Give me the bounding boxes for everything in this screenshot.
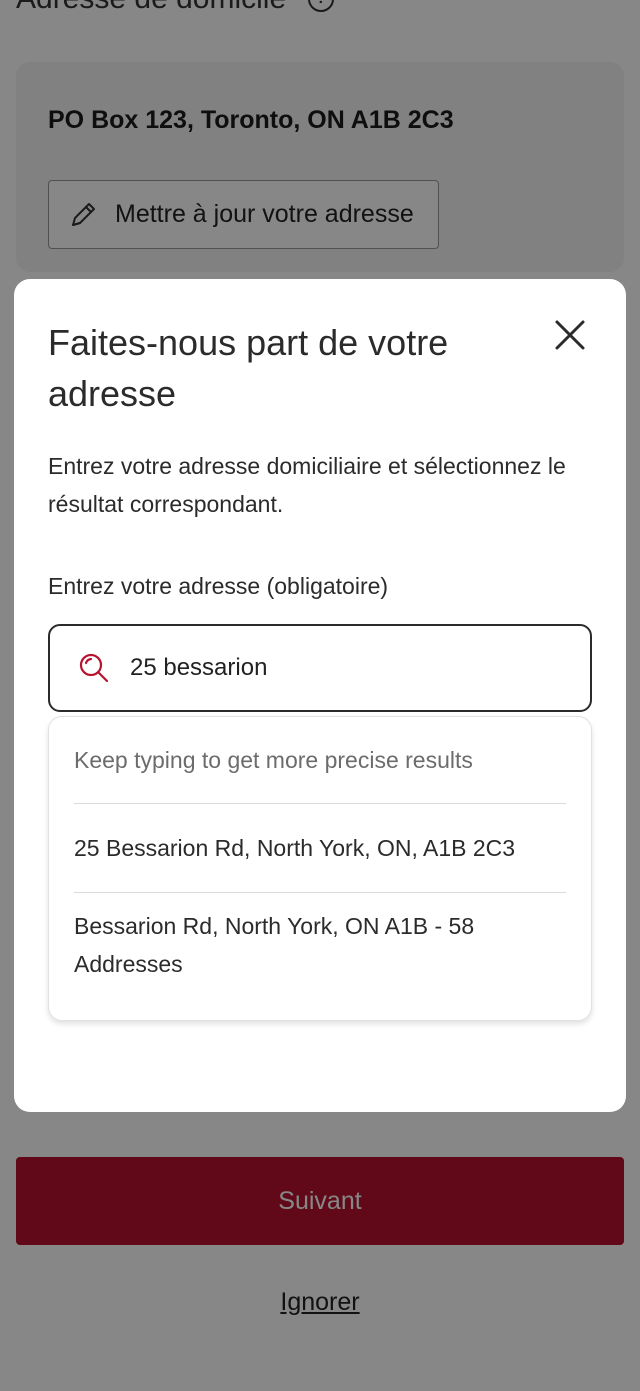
address-results-dropdown: Keep typing to get more precise results … (48, 716, 592, 1021)
modal-description: Entrez votre adresse domiciliaire et sél… (48, 453, 566, 517)
close-icon (555, 320, 585, 350)
address-field-label: Entrez votre adresse (obligatoire) (48, 573, 389, 599)
address-modal: Faites-nous part de votre adresse Entrez… (14, 279, 626, 1112)
close-button[interactable] (550, 315, 590, 355)
modal-title: Faites-nous part de votre adresse (48, 322, 449, 414)
result-item[interactable]: Bessarion Rd, North York, ON A1B - 58 Ad… (74, 893, 566, 983)
search-input-value: 25 bessarion (130, 654, 268, 681)
result-item[interactable]: 25 Bessarion Rd, North York, ON, A1B 2C3 (74, 804, 566, 893)
results-hint: Keep typing to get more precise results (74, 717, 566, 804)
search-icon (79, 653, 109, 683)
address-search-input[interactable]: 25 bessarion (48, 624, 592, 712)
